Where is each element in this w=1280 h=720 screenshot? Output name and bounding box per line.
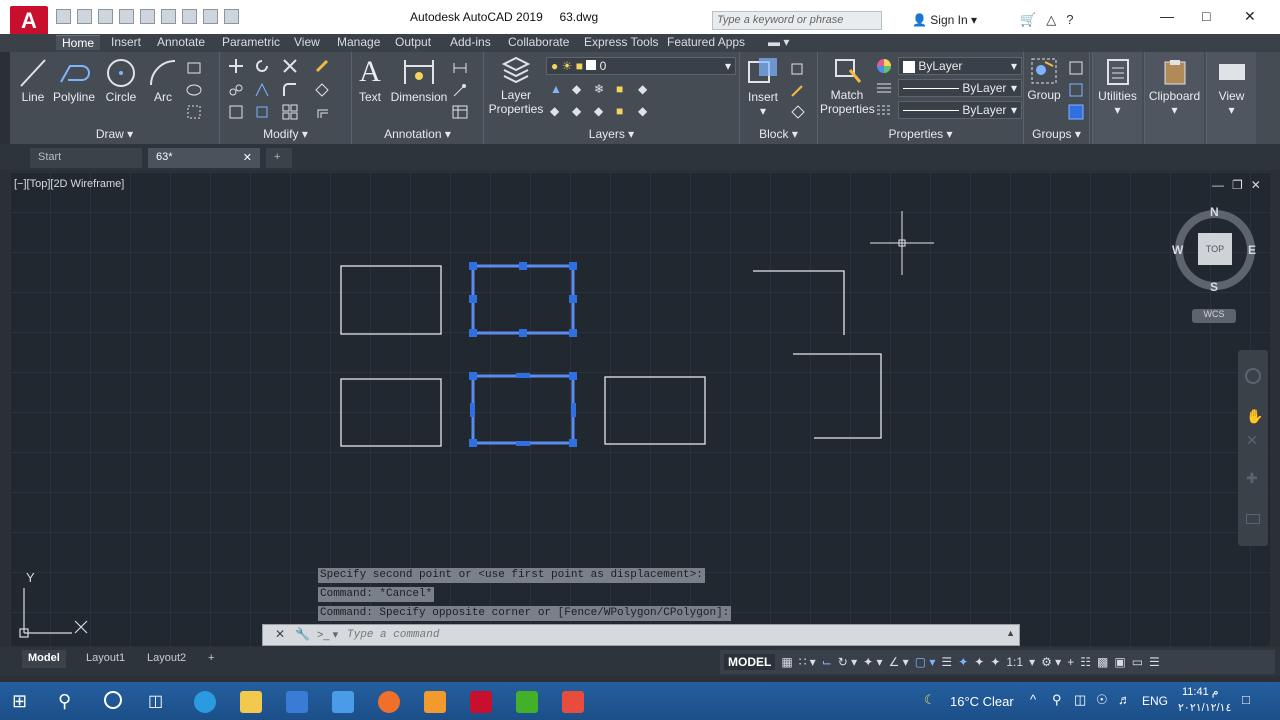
snap-icon[interactable]: ∷ ▾ (799, 655, 816, 669)
weather-icon: ☾ (924, 692, 936, 707)
store-icon[interactable] (286, 691, 308, 713)
add-layout-button[interactable]: + (202, 650, 220, 668)
viewcube-top-face[interactable]: TOP (1198, 233, 1232, 265)
plus-icon[interactable]: + (1067, 655, 1074, 669)
annotation-scale-value[interactable]: 1:1 (1006, 655, 1023, 669)
globe-icon[interactable]: ☉ (1096, 692, 1108, 708)
object-snap-icon[interactable]: ▢ ▾ (915, 655, 936, 669)
command-customize-icon[interactable]: 🔧 (295, 627, 310, 641)
pan-icon[interactable]: ✋ (1246, 408, 1263, 425)
file-explorer-icon[interactable] (240, 691, 262, 713)
command-history-toggle-icon[interactable]: ▲ (1006, 628, 1015, 638)
auto-scale-icon[interactable]: ✦ (974, 655, 984, 669)
app-orange-icon[interactable] (424, 691, 446, 713)
isolate-objects-icon[interactable]: ▣ (1114, 655, 1125, 669)
crosshair-cursor (870, 211, 934, 275)
status-toggles: MODEL ▦ ∷ ▾ ⌙ ↻ ▾ ✦ ▾ ∠ ▾ ▢ ▾ ☰ ✦ ✦ ✦ 1:… (720, 650, 1275, 674)
annotation-scale-icon[interactable]: ✦ (990, 655, 1000, 669)
cortana-icon[interactable] (104, 691, 122, 709)
polar-icon[interactable]: ↻ ▾ (838, 655, 857, 669)
ortho-icon[interactable]: ⌙ (822, 655, 832, 669)
ucs-icon (19, 588, 88, 638)
rectangle-5[interactable] (604, 376, 706, 445)
tab-layout2[interactable]: Layout2 (141, 650, 192, 668)
autocad-taskbar-icon[interactable] (470, 691, 492, 713)
camtasia-red-icon[interactable] (562, 691, 584, 713)
clock-date[interactable]: ٢٠٢١/١٢/١٤ (1178, 701, 1231, 714)
edge-icon[interactable] (194, 691, 216, 713)
selected-rectangle-2[interactable] (469, 262, 577, 337)
command-history-line-3: Command: Specify opposite corner or [Fen… (318, 606, 732, 621)
command-close-icon[interactable]: ✕ (275, 627, 285, 641)
command-recent-icon[interactable]: >_ ▾ (317, 628, 338, 641)
showmotion-icon[interactable] (1246, 514, 1260, 524)
search-icon[interactable]: ⚲ (58, 691, 80, 713)
windows-taskbar: ⊞ ⚲ ◫ ☾ 16°C Clear ^ ⚲ ◫ ☉ ♬ ENG 11:41 م… (0, 682, 1280, 720)
ucs-y-label: Y (26, 570, 35, 585)
viewcube[interactable]: N S W E TOP WCS (1170, 205, 1260, 325)
compass-east[interactable]: E (1248, 243, 1256, 257)
quick-properties-icon[interactable]: ▩ (1097, 655, 1108, 669)
customize-menu-icon[interactable]: ☰ (1149, 655, 1160, 669)
clock-time[interactable]: 11:41 م (1182, 685, 1219, 698)
wcs-menu[interactable]: WCS (1192, 309, 1236, 323)
windows-start-icon[interactable]: ⊞ (12, 691, 34, 713)
gear-icon[interactable]: ⚙ ▾ (1041, 655, 1061, 669)
firefox-icon[interactable] (378, 691, 400, 713)
polyline-open-2[interactable] (793, 353, 882, 439)
autocad-window: A Autodesk AutoCAD 2019 63.dwg Type a ke… (0, 0, 1280, 720)
orbit-icon[interactable]: ✚ (1246, 470, 1258, 487)
clean-screen-icon[interactable]: ▭ (1132, 655, 1143, 669)
compass-west[interactable]: W (1172, 243, 1183, 257)
microphone-icon[interactable]: ⚲ (1052, 692, 1062, 708)
notifications-icon[interactable]: □ (1242, 692, 1250, 707)
annotation-visibility-icon[interactable]: ✦ (958, 655, 968, 669)
zoom-extents-icon[interactable]: ✕ (1246, 432, 1258, 449)
lineweight-toggle-icon[interactable]: ☰ (941, 655, 952, 669)
command-history-line-2: Command: *Cancel* (318, 587, 435, 602)
command-history-line-1: Specify second point or <use first point… (318, 568, 705, 583)
network-icon[interactable]: ◫ (1074, 692, 1086, 708)
navigation-bar: ✋ ✕ ✚ (1238, 350, 1268, 546)
tab-model[interactable]: Model (22, 650, 66, 668)
mail-icon[interactable] (332, 691, 354, 713)
steering-wheel-icon[interactable] (1245, 368, 1261, 384)
language-indicator[interactable]: ENG (1142, 694, 1168, 708)
task-view-icon[interactable]: ◫ (148, 691, 170, 713)
selected-rectangle-4[interactable] (469, 372, 577, 447)
status-bar: Model Layout1 Layout2 + MODEL ▦ ∷ ▾ ⌙ ↻ … (0, 647, 1280, 676)
model-space-toggle[interactable]: MODEL (724, 654, 776, 670)
rectangle-3[interactable] (340, 378, 442, 447)
volume-icon[interactable]: ♬ (1118, 692, 1131, 707)
command-input[interactable]: Type a command (347, 629, 439, 641)
isodraft-icon[interactable]: ✦ ▾ (863, 655, 882, 669)
compass-north[interactable]: N (1210, 205, 1219, 219)
tray-overflow-icon[interactable]: ^ (1030, 692, 1036, 707)
camtasia-green-icon[interactable] (516, 691, 538, 713)
units-icon[interactable]: ☷ (1080, 655, 1091, 669)
grid-icon[interactable]: ▦ (781, 655, 792, 669)
weather-text[interactable]: 16°C Clear (950, 694, 1014, 709)
polyline-open-1[interactable] (753, 270, 845, 335)
tab-layout1[interactable]: Layout1 (80, 650, 131, 668)
osnap-track-icon[interactable]: ∠ ▾ (889, 655, 909, 669)
command-line: ✕ 🔧 >_ ▾ Type a command ▲ (262, 624, 1020, 646)
rectangle-1[interactable] (340, 265, 442, 335)
compass-south[interactable]: S (1210, 280, 1218, 294)
